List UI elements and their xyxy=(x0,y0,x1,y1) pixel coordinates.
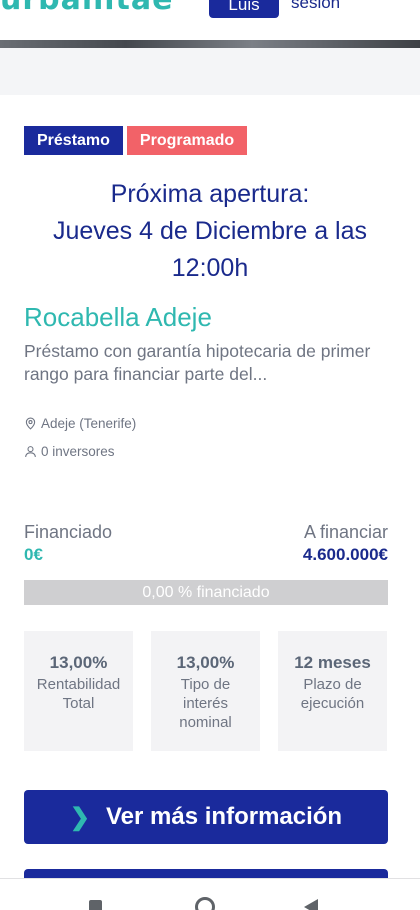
stat-value: 13,00% xyxy=(176,653,235,672)
project-description: Préstamo con garantía hipotecaria de pri… xyxy=(24,341,371,384)
progress-text: 0,00 % financiado xyxy=(142,584,270,601)
system-navbar xyxy=(0,878,420,910)
opening-line-3: 12:00h xyxy=(171,254,249,282)
status-tag: Programado xyxy=(126,126,248,155)
investors-text: 0 inversores xyxy=(41,444,115,459)
opening-line-1: Próxima apertura: xyxy=(110,180,310,208)
top-header: urbanitae Luis sesión xyxy=(0,0,420,48)
opening-line-2: Jueves 4 de Diciembre a las xyxy=(52,217,368,245)
target-block: A financiar 4.600.000€ xyxy=(303,522,388,565)
opening-notice: Próxima apertura: Jueves 4 de Diciembre … xyxy=(24,176,396,287)
recents-icon[interactable] xyxy=(89,900,102,910)
funding-progress-bar: 0,00 % financiado xyxy=(24,580,388,605)
session-link[interactable]: sesión xyxy=(291,0,340,20)
stat-value: 12 meses xyxy=(294,653,371,672)
stat-total-return: 13,00% Rentabilidad Total xyxy=(24,631,133,751)
home-icon[interactable] xyxy=(195,897,215,910)
target-label: A financiar xyxy=(303,522,388,542)
location-row: Adeje (Tenerife) xyxy=(24,416,136,431)
location-pin-icon xyxy=(25,417,36,430)
hero-image-strip xyxy=(0,40,420,48)
back-icon[interactable] xyxy=(304,899,318,910)
stat-term: 12 meses Plazo de ejecución xyxy=(278,631,387,751)
chevron-right-icon: ❯ xyxy=(69,803,90,831)
stat-label: Rentabilidad Total xyxy=(36,676,121,712)
financed-block: Financiado 0€ xyxy=(24,522,112,565)
more-info-label: Ver más información xyxy=(106,803,343,830)
location-text: Adeje (Tenerife) xyxy=(41,416,137,431)
stat-label: Tipo de interés nominal xyxy=(179,676,232,731)
stat-interest-rate: 13,00% Tipo de interés nominal xyxy=(151,631,260,751)
brand-logo[interactable]: urbanitae xyxy=(0,0,173,17)
more-info-button[interactable]: ❯ Ver más información xyxy=(24,790,388,844)
target-value: 4.600.000€ xyxy=(302,545,388,564)
stats-row: 13,00% Rentabilidad Total 13,00% Tipo de… xyxy=(24,631,387,751)
investors-row: 0 inversores xyxy=(24,444,115,459)
financed-label: Financiado xyxy=(24,522,113,542)
financed-value: 0€ xyxy=(24,545,43,564)
loan-tag: Préstamo xyxy=(24,126,123,155)
user-icon xyxy=(25,446,36,458)
tag-group: Préstamo Programado xyxy=(24,126,248,155)
stat-label: Plazo de ejecución xyxy=(300,676,365,712)
project-title[interactable]: Rocabella Adeje xyxy=(24,302,212,333)
user-button[interactable]: Luis xyxy=(209,0,279,18)
stat-value: 13,00% xyxy=(49,653,108,672)
